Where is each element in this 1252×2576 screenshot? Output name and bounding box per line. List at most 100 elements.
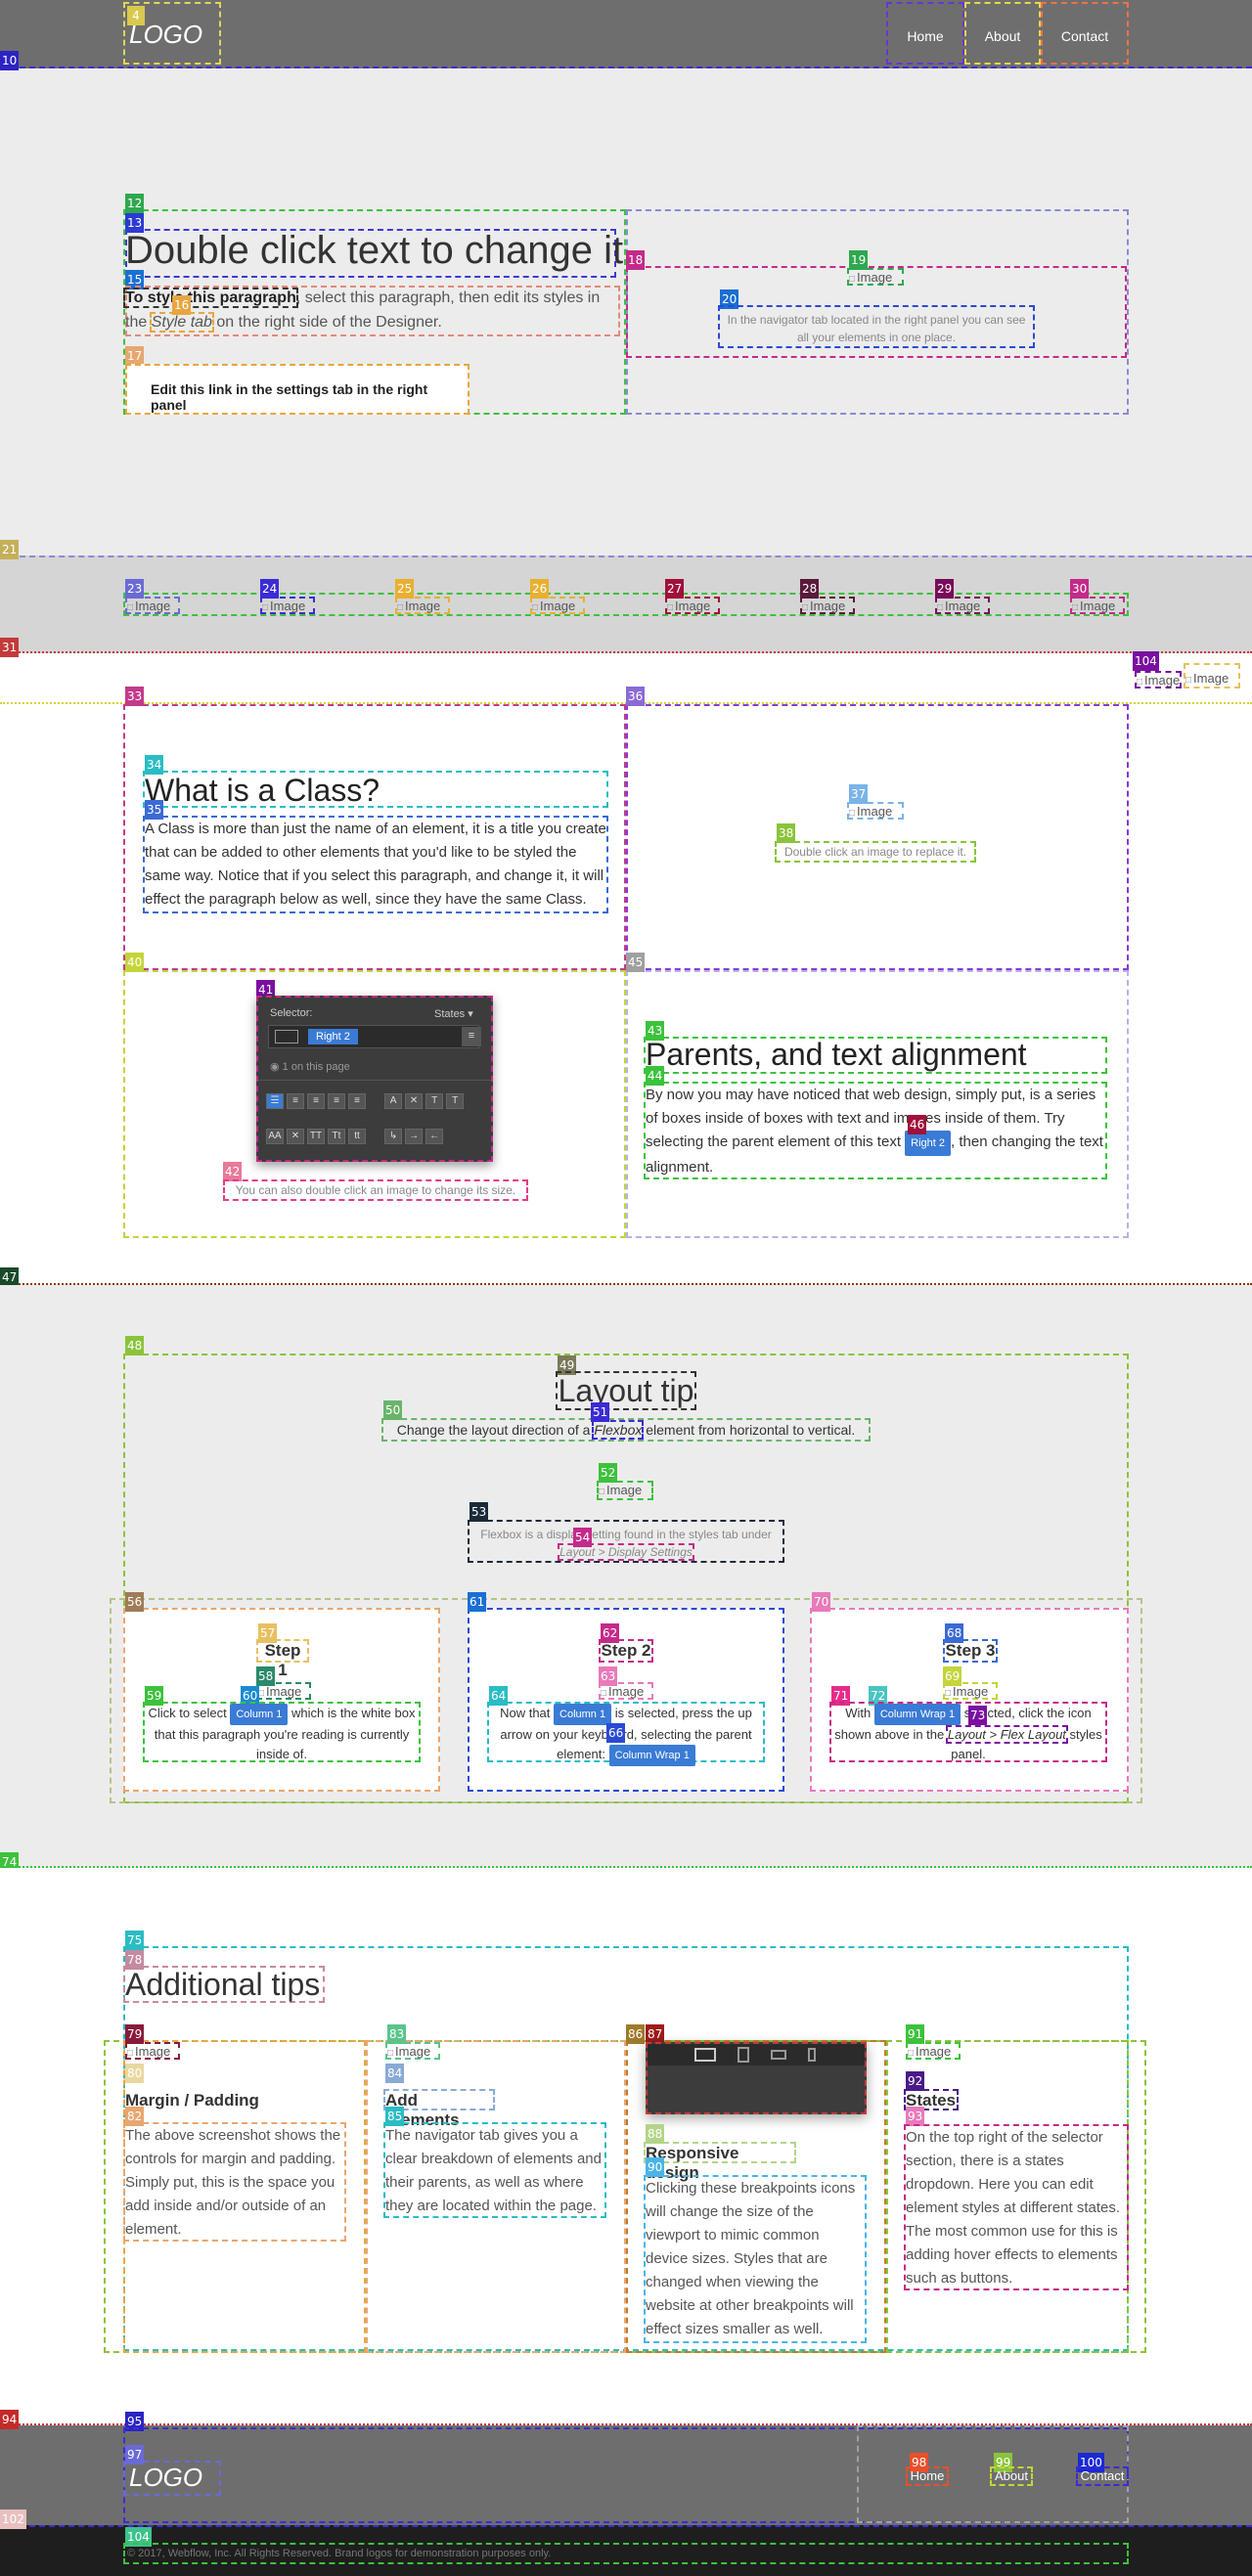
lowercase-icon[interactable]: tt <box>348 1129 366 1144</box>
states-dropdown[interactable]: States ▾ <box>434 1007 473 1020</box>
tip-1-text: The above screenshot shows the controls … <box>123 2122 346 2242</box>
page-count-text: 1 on this page <box>282 1061 350 1073</box>
footer-about-link[interactable]: About <box>990 2466 1033 2486</box>
footer-bottom-outline <box>0 2525 1252 2527</box>
badge: 25 <box>395 579 415 599</box>
badge: 18 <box>626 250 646 270</box>
tip-1-image[interactable]: Image <box>125 2042 180 2060</box>
hero-settings-link[interactable]: Edit this link in the settings tab in th… <box>125 364 470 415</box>
step-3-text-a: With <box>845 1706 874 1720</box>
badge: 28 <box>800 579 820 599</box>
layout-note-italic: Layout > Display Settings <box>558 1543 694 1561</box>
selector-field[interactable]: Right 2 <box>268 1025 479 1048</box>
step-2-text-a: Now that <box>500 1706 555 1720</box>
step-3-image[interactable]: Image <box>943 1682 998 1700</box>
phone-icon[interactable] <box>808 2048 816 2062</box>
element-icon <box>275 1030 298 1044</box>
align-right-icon[interactable]: ≡ <box>328 1093 345 1109</box>
step-2-image[interactable]: Image <box>599 1682 653 1700</box>
tablet-icon[interactable] <box>738 2047 749 2063</box>
alignment-row: ☰ ≡ ≡ ≡ ≡ A ✕ T T <box>266 1093 467 1109</box>
page-count: ◉ 1 on this page <box>270 1060 350 1073</box>
rtl-icon[interactable]: ← <box>425 1129 444 1144</box>
strip-image-5[interactable]: Image <box>665 597 720 614</box>
strip-image-1[interactable]: Image <box>125 597 180 614</box>
navbar-outline <box>0 67 1252 70</box>
align-center-icon[interactable]: ≡ <box>307 1093 325 1109</box>
badge: 26 <box>530 579 550 599</box>
indent-icon[interactable]: ↳ <box>384 1129 403 1144</box>
step-3-italic: Layout > Flex Layout <box>945 1725 1068 1744</box>
tip-2-text: The navigator tab gives you a clear brea… <box>383 2122 606 2218</box>
hero-para-italic: Style tab <box>149 312 214 333</box>
tip-2-image[interactable]: Image <box>385 2042 440 2060</box>
step-1-text: Click to select Column 1 which is the wh… <box>143 1702 421 1762</box>
align-left-icon[interactable]: ☰ <box>266 1093 284 1109</box>
class-image[interactable]: Image <box>847 802 904 820</box>
ltr-icon[interactable]: → <box>405 1129 424 1144</box>
badge: 12 <box>125 194 145 213</box>
step-1-image[interactable]: Image <box>256 1682 311 1700</box>
badge: 33 <box>125 687 145 706</box>
corner-image-2[interactable]: Image <box>1184 663 1240 688</box>
classes-right-column <box>626 704 1129 970</box>
badge: 80 <box>125 2064 145 2083</box>
step-2-text: Now that Column 1 is selected, press the… <box>487 1702 765 1766</box>
tip-3-title: Responsive design <box>644 2142 796 2182</box>
strike-icon[interactable]: T <box>446 1093 465 1109</box>
badge: 45 <box>626 953 646 972</box>
strip-image-8[interactable]: Image <box>1070 597 1125 614</box>
footer-home-link[interactable]: Home <box>906 2466 949 2486</box>
close-icon[interactable]: ✕ <box>405 1093 424 1109</box>
badge: 56 <box>125 1592 145 1612</box>
strip-image-2[interactable]: Image <box>260 597 315 614</box>
text-icon[interactable]: T <box>425 1093 444 1109</box>
badge: 75 <box>125 1931 145 1950</box>
selector-tag: Right 2 <box>308 1029 358 1044</box>
tip-1-title: Margin / Padding <box>125 2091 259 2110</box>
footer-contact-link[interactable]: Contact <box>1076 2466 1129 2486</box>
clear-format-icon[interactable]: A <box>384 1093 403 1109</box>
strip-image-4[interactable]: Image <box>530 597 585 614</box>
align-left-icon[interactable]: ≡ <box>287 1093 304 1109</box>
step-3-tag[interactable]: Column Wrap 1 <box>873 1704 961 1725</box>
close-icon[interactable]: ✕ <box>287 1129 304 1144</box>
list-icon[interactable]: ≡ <box>462 1027 481 1046</box>
selector-label: Selector: <box>270 1007 313 1019</box>
class-image-caption: Double click an image to replace it. <box>775 841 976 863</box>
case-icon[interactable]: AA <box>266 1129 284 1144</box>
badge: 70 <box>812 1592 831 1612</box>
step-1-text-a: Click to select <box>148 1706 231 1720</box>
capitalize-icon[interactable]: Tt <box>328 1129 345 1144</box>
landscape-phone-icon[interactable] <box>771 2050 786 2060</box>
badge: 79 <box>125 2024 145 2044</box>
strip-image-7[interactable]: Image <box>935 597 990 614</box>
nav-about-link[interactable]: About <box>964 2 1041 65</box>
align-justify-icon[interactable]: ≡ <box>348 1093 366 1109</box>
badge: 94 <box>0 2410 20 2429</box>
strip-image-6[interactable]: Image <box>800 597 855 614</box>
step-2-title: Step 2 <box>599 1639 653 1663</box>
strip-image-3[interactable]: Image <box>395 597 450 614</box>
desktop-icon[interactable] <box>694 2048 716 2062</box>
badge: 24 <box>260 579 280 599</box>
badge: 40 <box>125 953 145 972</box>
footer-logo-link[interactable]: LOGO <box>123 2461 221 2496</box>
step-2-tag[interactable]: Column 1 <box>554 1704 612 1725</box>
step-1-tag[interactable]: Column 1 <box>230 1704 289 1725</box>
nav-contact-link[interactable]: Contact <box>1041 2 1129 65</box>
uppercase-icon[interactable]: TT <box>307 1129 325 1144</box>
step-3-title: Step 3 <box>943 1639 998 1663</box>
badge: 53 <box>470 1502 489 1522</box>
nav-home-link[interactable]: Home <box>886 2 964 65</box>
layout-image[interactable]: Image <box>597 1481 653 1500</box>
class-heading: What is a Class? <box>145 773 380 808</box>
hero-image[interactable]: Image <box>847 268 904 286</box>
badge: 87 <box>646 2024 665 2044</box>
layout-note: Flexbox is a display setting found in th… <box>468 1520 784 1563</box>
states-label: States <box>434 1008 466 1020</box>
copyright-text: © 2017, Webflow, Inc. All Rights Reserve… <box>123 2543 1129 2564</box>
corner-image-1[interactable]: Image <box>1135 671 1182 688</box>
step-2-tag-2[interactable]: Column Wrap 1 <box>608 1745 695 1766</box>
tip-4-image[interactable]: Image <box>906 2042 961 2060</box>
